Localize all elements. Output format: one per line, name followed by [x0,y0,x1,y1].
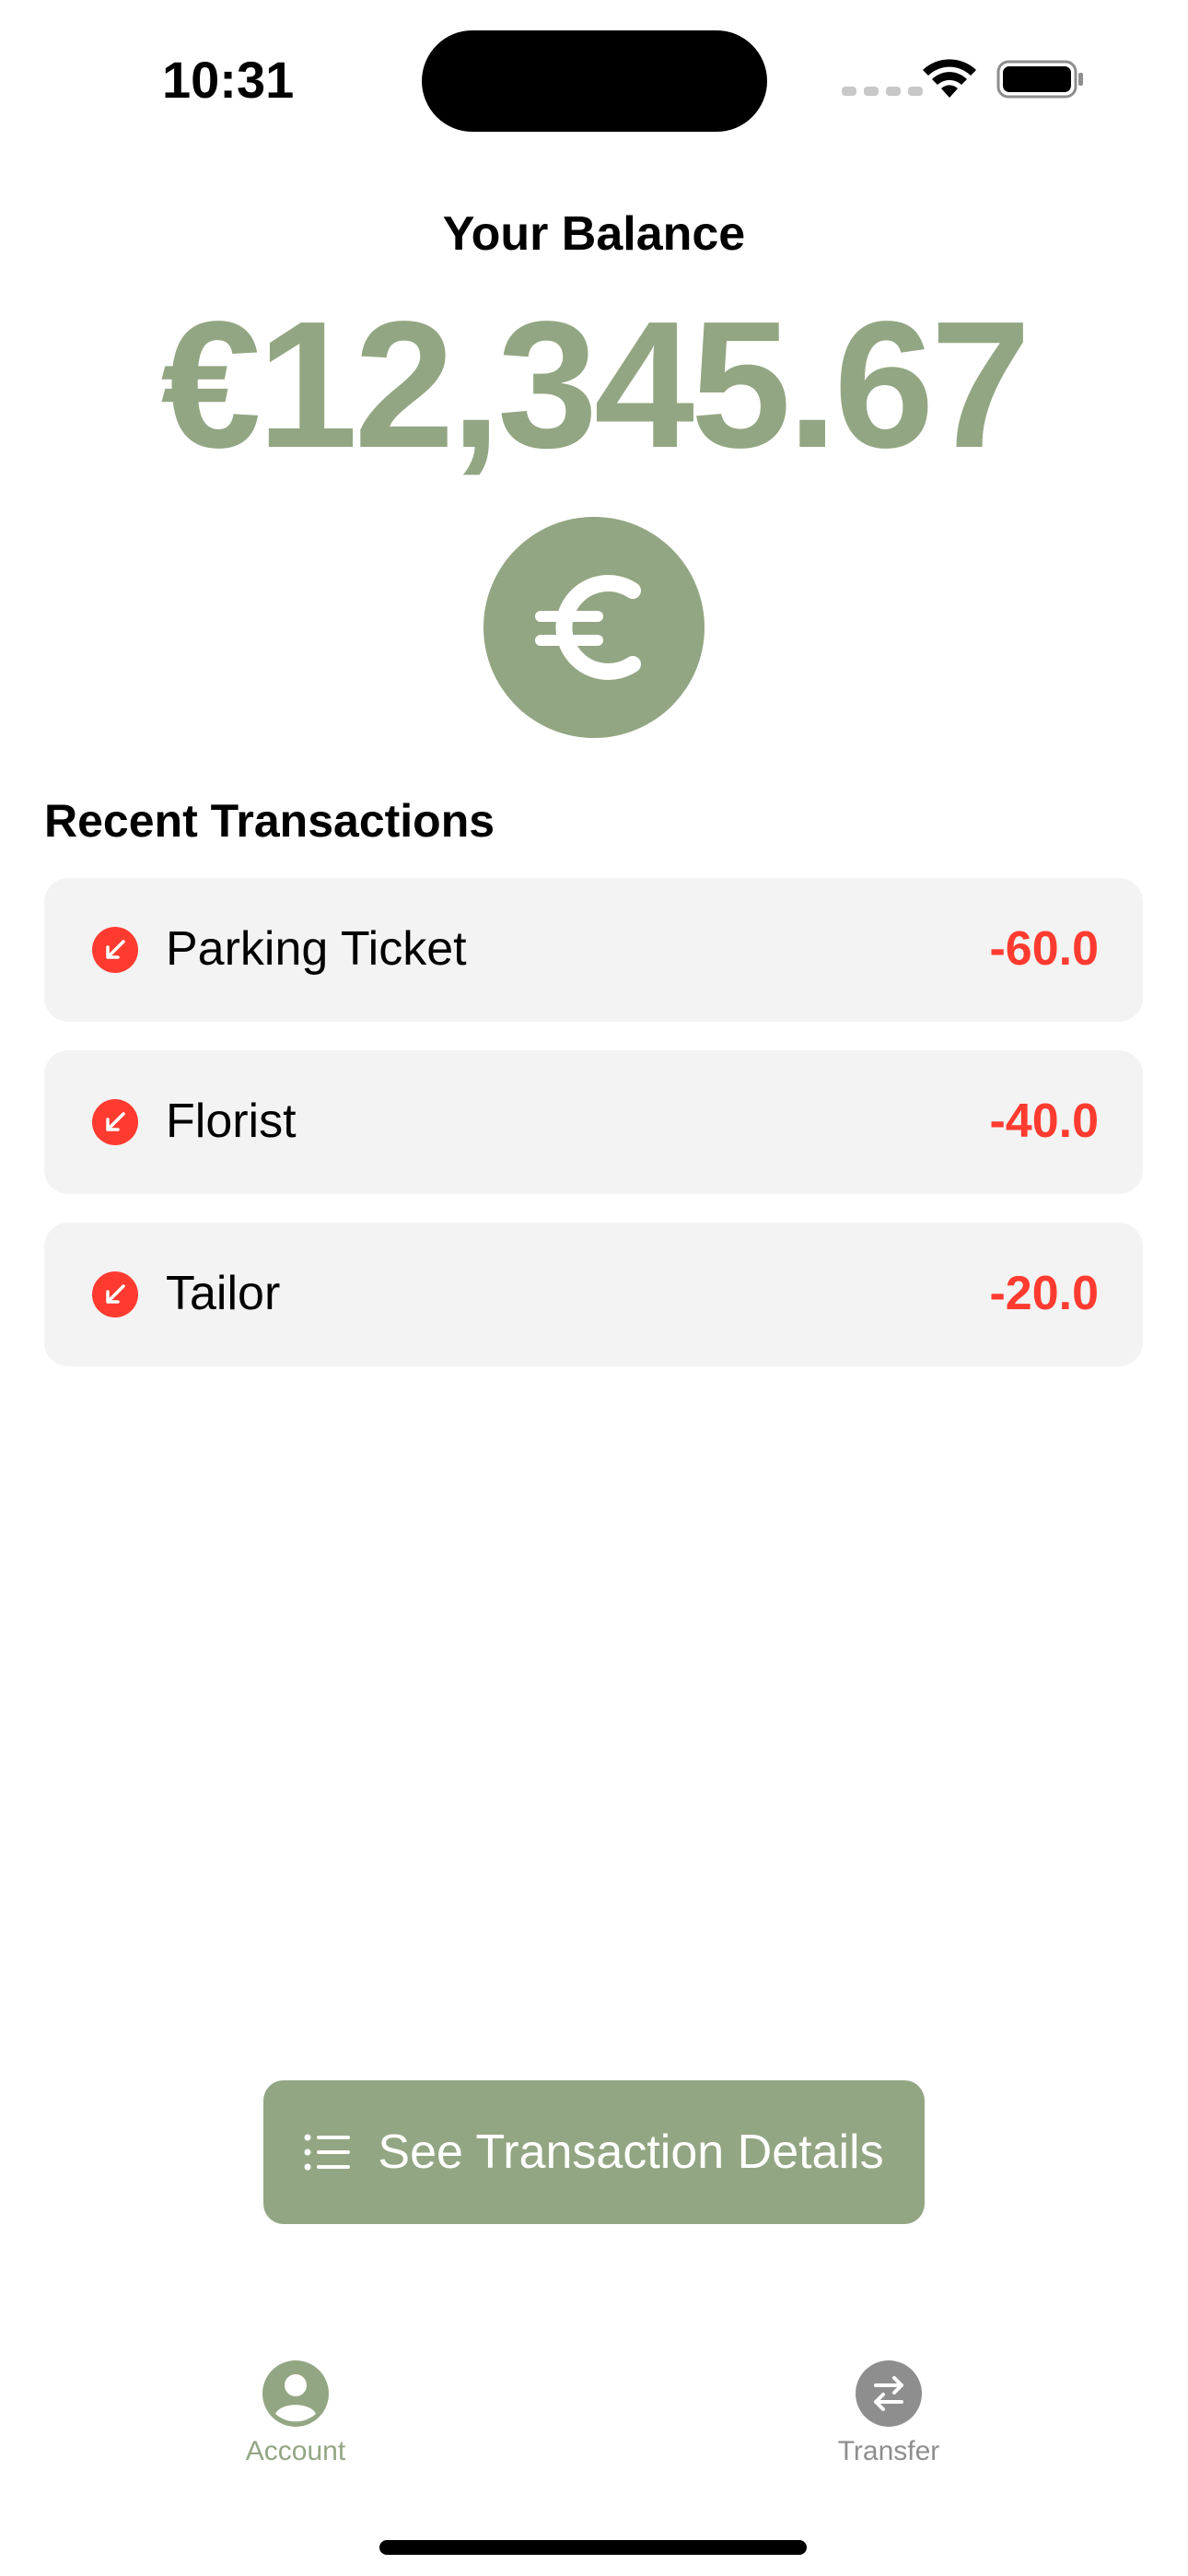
see-transaction-details-button[interactable]: See Transaction Details [263,2080,925,2224]
balance-amount: €12,345.67 [160,284,1031,486]
status-time: 10:31 [162,51,295,109]
transaction-amount: -40.0 [989,1095,1099,1148]
arrow-down-left-icon [92,1099,138,1145]
list-icon [304,2134,351,2171]
transaction-name: Tailor [166,1267,281,1320]
transaction-row[interactable]: Tailor -20.0 [44,1223,1143,1366]
home-indicator [379,2540,807,2555]
transaction-amount: -20.0 [989,1267,1099,1320]
wifi-icon [923,59,976,98]
see-transaction-details-label: See Transaction Details [378,2125,884,2179]
tab-account-label: Account [245,2436,346,2466]
person-icon [262,2360,329,2427]
transaction-name: Florist [166,1095,297,1148]
transaction-row[interactable]: Parking Ticket -60.0 [44,878,1143,1022]
tab-transfer[interactable]: Transfer [797,2360,981,2467]
dynamic-island [422,30,767,132]
balance-title: Your Balance [442,207,746,261]
battery-icon [996,60,1083,99]
transactions-list: Parking Ticket -60.0 Florist -40.0 Tailo… [44,878,1143,1395]
transaction-amount: -60.0 [989,922,1099,976]
tab-account[interactable]: Account [204,2360,388,2467]
cellular-signal-icon [842,87,923,96]
currency-badge [483,517,705,738]
transaction-row[interactable]: Florist -40.0 [44,1050,1143,1194]
tab-transfer-label: Transfer [837,2436,940,2466]
recent-transactions-title: Recent Transactions [44,795,495,847]
arrow-down-left-icon [92,1271,138,1317]
transfer-arrows-icon [856,2360,922,2427]
transaction-name: Parking Ticket [166,922,467,976]
euro-icon [535,575,641,680]
arrow-down-left-icon [92,927,138,973]
